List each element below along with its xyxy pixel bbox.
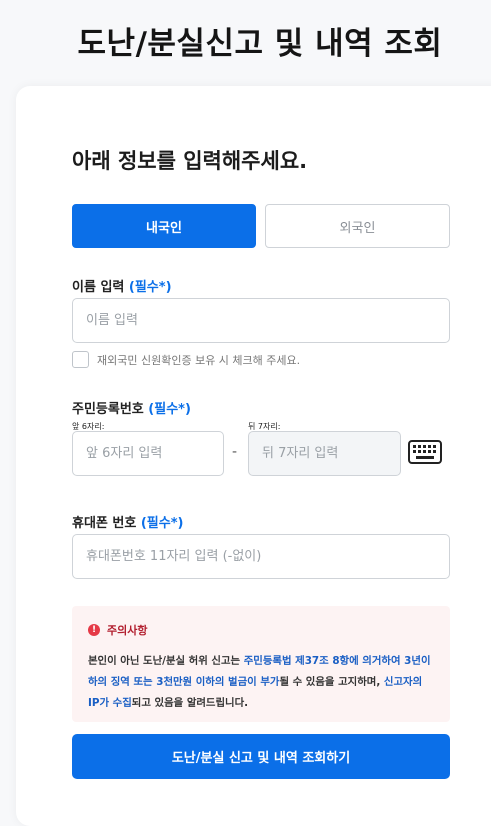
notice-text: 본인이 아닌 도난/분실 허위 신고는 <box>88 655 244 667</box>
notice-title: 주의사항 <box>107 624 148 637</box>
rrn-label: 주민등록번호 (필수*) <box>72 398 191 417</box>
name-input[interactable] <box>72 298 450 343</box>
required-tag: (필수*) <box>128 280 172 295</box>
rrn-label-text: 주민등록번호 <box>72 402 144 417</box>
page-title: 도난/분실신고 및 내역 조회 <box>77 26 443 62</box>
notice-title-row: ! 주의사항 <box>88 622 434 638</box>
keyboard-icon[interactable] <box>408 440 442 464</box>
required-tag: (필수*) <box>148 402 191 417</box>
notice-body: 본인이 아닌 도난/분실 허위 신고는 주민등록법 제37조 8항에 의거하여 … <box>88 651 434 714</box>
phone-label-text: 휴대폰 번호 <box>72 516 137 531</box>
phone-input[interactable] <box>72 534 450 579</box>
name-label-text: 이름 입력 <box>72 280 125 295</box>
overseas-checkbox-label: 재외국민 신원확인증 보유 시 체크해 주세요. <box>97 353 301 367</box>
notice-box: ! 주의사항 본인이 아닌 도난/분실 허위 신고는 주민등록법 제37조 8항… <box>72 606 450 722</box>
rrn-front-input[interactable] <box>72 431 224 476</box>
required-tag: (필수*) <box>140 516 184 531</box>
alert-circle-icon: ! <box>88 624 100 636</box>
submit-button[interactable]: 도난/분실 신고 및 내역 조회하기 <box>72 734 450 779</box>
tab-foreign[interactable]: 외국인 <box>265 204 450 248</box>
name-label: 이름 입력 (필수*) <box>72 276 172 295</box>
overseas-checkbox-row: 재외국민 신원확인증 보유 시 체크해 주세요. <box>72 351 300 368</box>
notice-text: 되고 있음을 알려드립니다. <box>131 697 249 709</box>
overseas-checkbox[interactable] <box>72 351 89 368</box>
form-heading: 아래 정보를 입력해주세요. <box>72 149 308 173</box>
phone-label: 휴대폰 번호 (필수*) <box>72 512 183 531</box>
rrn-separator: - <box>232 444 238 460</box>
tab-domestic[interactable]: 내국인 <box>72 204 256 248</box>
rrn-back-input[interactable] <box>248 431 401 476</box>
notice-text: 될 수 있음을 고지하며, <box>279 676 384 688</box>
